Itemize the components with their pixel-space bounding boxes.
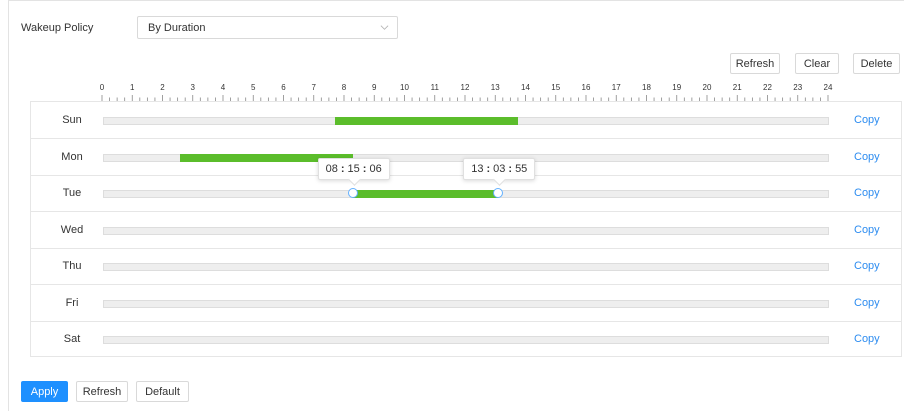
tooltip-minutes: 03 <box>493 163 506 175</box>
copy-link[interactable]: Copy <box>854 297 880 309</box>
copy-link[interactable]: Copy <box>854 260 880 272</box>
schedule-row-sat: Sat Copy <box>31 321 901 358</box>
tooltip-minutes: 15 <box>347 163 360 175</box>
copy-link[interactable]: Copy <box>854 114 880 126</box>
ruler-hour-label: 20 <box>703 83 712 92</box>
ruler-hour-label: 15 <box>551 83 560 92</box>
ruler-hour-label: 11 <box>431 83 440 92</box>
ruler-hour-label: 7 <box>312 83 317 92</box>
copy-link[interactable]: Copy <box>854 151 880 163</box>
ruler-hour-label: 22 <box>763 83 772 92</box>
clear-button[interactable]: Clear <box>795 53 839 74</box>
schedule-track[interactable] <box>103 263 829 271</box>
footer-refresh-button[interactable]: Refresh <box>76 381 128 402</box>
ruler-hour-label: 10 <box>400 83 409 92</box>
ruler-hour-label: 19 <box>672 83 681 92</box>
chevron-down-icon <box>380 25 389 30</box>
time-tooltip-end: 13:03:55 <box>463 158 536 180</box>
refresh-button[interactable]: Refresh <box>730 53 780 74</box>
tooltip-hours: 13 <box>471 163 484 175</box>
schedule-segment[interactable] <box>352 190 499 198</box>
schedule-row-fri: Fri Copy <box>31 285 901 322</box>
schedule-row-tue: Tue Copy <box>31 175 901 212</box>
schedule-track[interactable] <box>103 188 829 198</box>
ruler-hour-label: 6 <box>281 83 286 92</box>
schedule-track[interactable] <box>103 299 829 308</box>
ruler-hour-label: 14 <box>521 83 530 92</box>
copy-link[interactable]: Copy <box>854 224 880 236</box>
tooltip-separator: : <box>340 163 345 175</box>
ruler-hour-label: 0 <box>100 83 105 92</box>
time-tooltip-start: 08:15:06 <box>317 158 390 180</box>
ruler-hour-label: 17 <box>612 83 621 92</box>
ruler-hour-label: 1 <box>130 83 135 92</box>
ruler-hour-label: 24 <box>824 83 833 92</box>
delete-button[interactable]: Delete <box>853 53 900 74</box>
segment-start-handle[interactable] <box>347 188 358 198</box>
schedule-track[interactable] <box>103 336 829 344</box>
ruler-hour-label: 9 <box>372 83 377 92</box>
frame-top-border <box>8 0 904 1</box>
frame-left-border <box>8 0 9 411</box>
schedule-row-wed: Wed Copy <box>31 212 901 249</box>
ruler-hour-label: 18 <box>642 83 651 92</box>
schedule-table: Sun Copy Mon Copy Tue Copy Wed Copy Thu Copy Fri Co… <box>30 101 902 357</box>
schedule-track[interactable] <box>103 226 829 235</box>
segment-end-handle[interactable] <box>493 188 504 198</box>
tooltip-separator: : <box>486 163 491 175</box>
ruler-hour-label: 23 <box>793 83 802 92</box>
day-label: Wed <box>60 223 84 236</box>
wakeup-policy-select[interactable]: By Duration <box>137 16 398 39</box>
default-button[interactable]: Default <box>136 381 189 402</box>
ruler-hour-label: 5 <box>251 83 256 92</box>
tooltip-seconds: 06 <box>369 163 382 175</box>
ruler-hour-label: 13 <box>491 83 500 92</box>
tooltip-hours: 08 <box>325 163 338 175</box>
schedule-row-thu: Thu Copy <box>31 248 901 285</box>
copy-link[interactable]: Copy <box>854 333 880 345</box>
apply-button[interactable]: Apply <box>21 381 68 402</box>
ruler-hour-label: 4 <box>221 83 226 92</box>
copy-link[interactable]: Copy <box>854 187 880 199</box>
tooltip-separator: : <box>362 163 367 175</box>
ruler-hour-label: 21 <box>733 83 742 92</box>
ruler-hour-label: 2 <box>160 83 165 92</box>
wakeup-policy-label: Wakeup Policy <box>21 22 94 34</box>
day-label: Mon <box>61 150 83 163</box>
day-label: Tue <box>62 187 82 199</box>
ruler-hour-label: 3 <box>191 83 196 92</box>
ruler-hour-label: 16 <box>582 83 591 92</box>
day-label: Thu <box>62 260 82 272</box>
day-label: Sun <box>62 114 82 126</box>
tooltip-seconds: 55 <box>515 163 528 175</box>
ruler-hour-label: 12 <box>461 83 470 92</box>
day-label: Sat <box>63 333 81 345</box>
day-label: Fri <box>65 296 79 309</box>
wakeup-policy-value: By Duration <box>148 22 206 34</box>
schedule-row-sun: Sun Copy <box>31 102 901 139</box>
ruler-hour-label: 8 <box>342 83 347 92</box>
tooltip-separator: : <box>508 163 513 175</box>
schedule-track[interactable] <box>103 117 829 125</box>
schedule-segment[interactable] <box>335 117 519 125</box>
